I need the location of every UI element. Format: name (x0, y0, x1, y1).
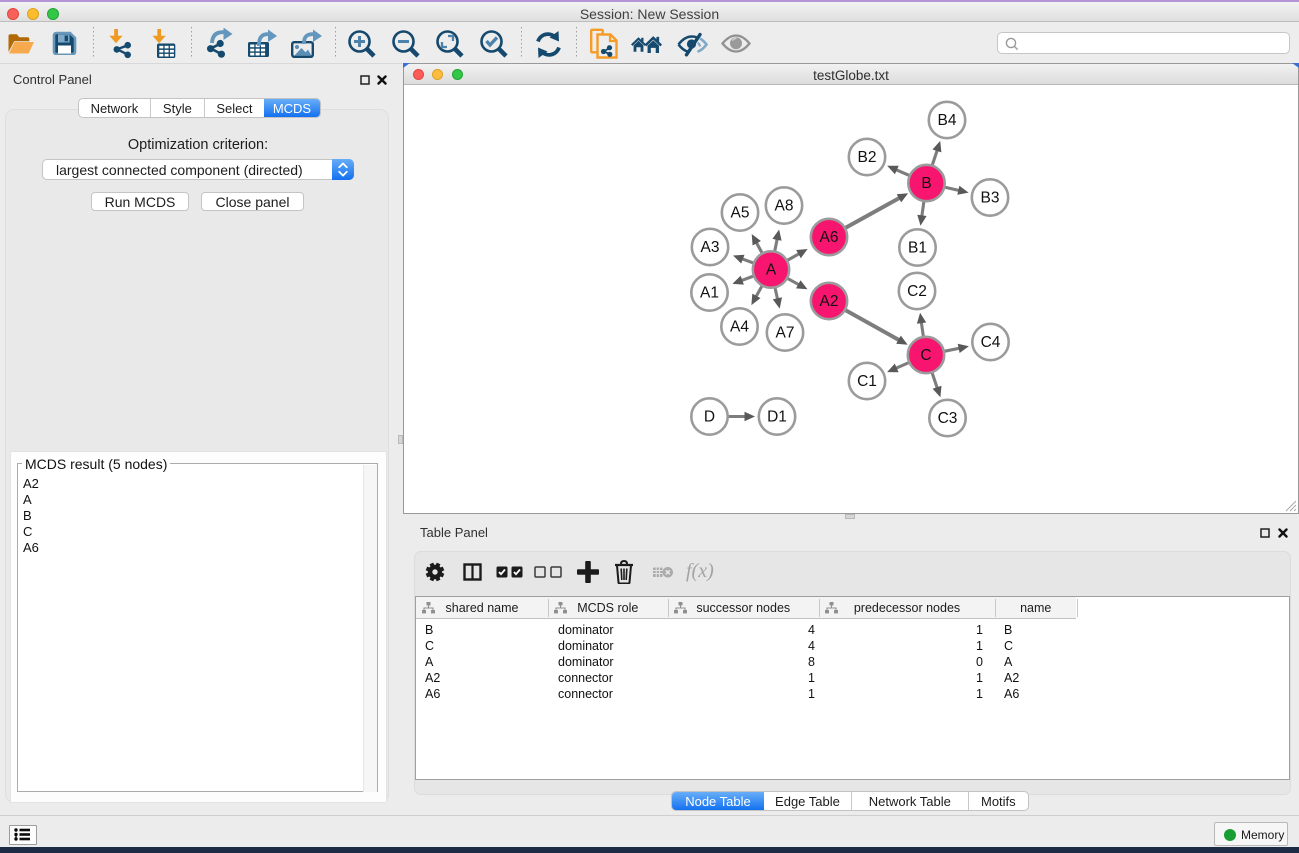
svg-text:C4: C4 (981, 334, 1001, 351)
svg-text:B2: B2 (858, 149, 877, 166)
svg-text:A8: A8 (775, 198, 794, 215)
svg-text:C1: C1 (857, 373, 877, 390)
svg-text:D: D (704, 409, 715, 426)
svg-text:B: B (921, 175, 931, 192)
svg-text:B4: B4 (938, 112, 957, 129)
svg-text:B1: B1 (908, 240, 927, 257)
svg-text:B3: B3 (981, 190, 1000, 207)
svg-text:A2: A2 (820, 293, 839, 310)
svg-text:C3: C3 (938, 410, 958, 427)
svg-text:A4: A4 (730, 319, 749, 336)
svg-text:A: A (766, 262, 777, 279)
svg-text:A1: A1 (700, 285, 719, 302)
svg-text:C: C (920, 347, 931, 364)
svg-text:A5: A5 (731, 205, 750, 222)
svg-text:D1: D1 (767, 409, 787, 426)
svg-text:A7: A7 (776, 325, 795, 342)
svg-text:A3: A3 (701, 239, 720, 256)
svg-text:C2: C2 (907, 283, 927, 300)
svg-text:A6: A6 (820, 229, 839, 246)
